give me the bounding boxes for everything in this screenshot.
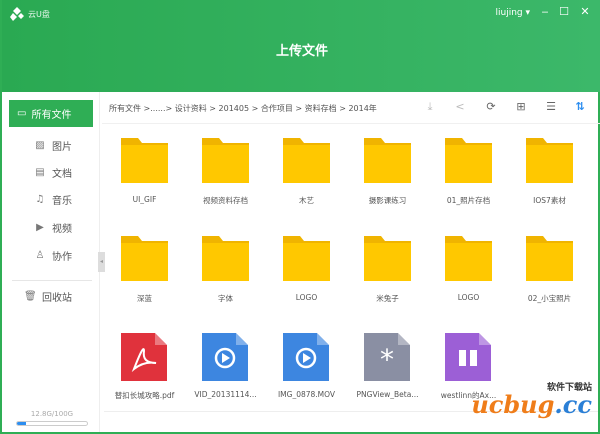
user-icon: ♙ — [35, 250, 45, 261]
sidebar-item-all-files[interactable]: ▭ 所有文件 — [9, 100, 93, 127]
sidebar-item-label: 所有文件 — [31, 110, 72, 121]
folder-item[interactable]: 字体 — [185, 234, 266, 304]
sidebar-item-label: 协作 — [52, 252, 72, 263]
sidebar-item-trash[interactable]: 🗑 回收站 — [24, 289, 72, 304]
sidebar-item-label: 回收站 — [42, 293, 72, 304]
user-menu[interactable]: liujing ▾ — [495, 8, 530, 18]
logo-icon — [10, 7, 24, 21]
watermark-logo: 软件下载站 ucbug.cc — [471, 380, 592, 417]
divider — [102, 123, 600, 124]
sidebar-item-music[interactable]: ♫ 音乐 — [34, 192, 72, 207]
file-name: VID_20131114... — [194, 390, 257, 399]
maximize-button[interactable]: ☐ — [557, 5, 571, 18]
share-icon[interactable]: < — [452, 100, 468, 113]
sidebar-item-label: 图片 — [52, 142, 72, 153]
breadcrumb[interactable]: 所有文件 >......> 设计资料 > 201405 > 合作项目 > 资料存… — [109, 103, 377, 114]
file-name: PNGView_Beta... — [356, 390, 419, 399]
folder-icon — [364, 138, 411, 183]
music-icon: ♫ — [35, 194, 45, 205]
folder-icon — [445, 236, 492, 281]
folder-icon — [445, 138, 492, 183]
sidebar: ▭ 所有文件 ▨ 图片 ▤ 文档 ♫ 音乐 ▶ 视频 ♙ 协作 🗑 回收站 12.8G/100… — [4, 92, 100, 432]
minimize-button[interactable]: ‒ — [538, 5, 552, 18]
folder-item[interactable]: 米兔子 — [347, 234, 428, 304]
folder-item[interactable]: LOGO — [266, 234, 347, 304]
folder-icon: ▭ — [17, 108, 27, 119]
new-folder-icon[interactable]: ⊞ — [513, 100, 529, 113]
folder-name: 02_小宝照片 — [527, 294, 572, 303]
file-item[interactable]: VID_20131114... — [185, 333, 266, 403]
divider — [12, 280, 92, 281]
folder-item[interactable]: 摄影课练习 — [347, 136, 428, 206]
app-name: 云U盘 — [28, 9, 50, 19]
watermark-brand: ucbug — [471, 390, 555, 419]
header: 云U盘 liujing ▾ ‒ ☐ ✕ 上传文件 — [2, 0, 600, 92]
folder-item[interactable]: 木艺 — [266, 136, 347, 206]
storage-bar — [16, 421, 88, 426]
folder-item[interactable]: 02_小宝照片 — [509, 234, 590, 304]
folder-name: 视频资料存档 — [203, 196, 248, 205]
folder-name: UI_GIF — [132, 195, 157, 204]
file-item[interactable]: IMG_0878.MOV — [266, 333, 347, 403]
sidebar-item-documents[interactable]: ▤ 文档 — [34, 165, 72, 180]
username: liujing — [495, 8, 523, 18]
page-title: 上传文件 — [275, 44, 328, 59]
storage-bar-fill — [17, 422, 26, 425]
folder-name: 字体 — [218, 294, 233, 303]
sidebar-item-label: 视频 — [52, 224, 72, 235]
sidebar-item-images[interactable]: ▨ 图片 — [34, 138, 72, 153]
folder-item[interactable]: 深蓝 — [104, 234, 185, 304]
close-button[interactable]: ✕ — [578, 5, 592, 18]
folder-icon — [202, 138, 249, 183]
sort-icon[interactable]: ⇅ — [572, 100, 588, 113]
folder-icon — [364, 236, 411, 281]
image-icon: ▨ — [35, 140, 45, 151]
folder-icon — [526, 236, 573, 281]
folder-name: LOGO — [457, 293, 480, 302]
folder-name: 摄影课练习 — [368, 196, 407, 205]
folder-item[interactable]: 01_照片存档 — [428, 136, 509, 206]
folder-icon — [283, 236, 330, 281]
archive-file-icon — [445, 333, 491, 381]
video-file-icon — [283, 333, 329, 381]
sidebar-item-collab[interactable]: ♙ 协作 — [34, 248, 72, 263]
folder-name: 米兔子 — [376, 294, 399, 303]
svg-text:*: * — [380, 343, 394, 376]
folder-name: 01_照片存档 — [446, 196, 491, 205]
folder-item[interactable]: 视频资料存档 — [185, 136, 266, 206]
folder-icon — [283, 138, 330, 183]
trash-icon: 🗑 — [24, 291, 37, 302]
folder-name: 木艺 — [299, 196, 314, 205]
file-item[interactable]: 替扣长城攻略.pdf — [104, 333, 185, 403]
folder-item[interactable]: LOGO — [428, 234, 509, 304]
sidebar-item-video[interactable]: ▶ 视频 — [34, 220, 72, 235]
refresh-icon[interactable]: ⟳ — [483, 100, 499, 113]
folder-name: LOGO — [295, 293, 318, 302]
list-view-icon[interactable]: ☰ — [543, 100, 559, 113]
file-name: 替扣长城攻略.pdf — [114, 391, 175, 400]
download-icon[interactable]: ⤓ — [422, 100, 438, 114]
storage-text: 12.8G/100G — [30, 410, 74, 418]
folder-name: IOS7素材 — [533, 196, 566, 205]
folder-icon — [526, 138, 573, 183]
folder-item[interactable]: IOS7素材 — [509, 136, 590, 206]
video-file-icon — [202, 333, 248, 381]
file-item[interactable]: * PNGView_Beta... — [347, 333, 428, 403]
folder-name: 深蓝 — [137, 294, 152, 303]
pdf-file-icon — [121, 333, 167, 381]
folder-icon — [202, 236, 249, 281]
document-icon: ▤ — [35, 167, 45, 178]
app-window: 云U盘 liujing ▾ ‒ ☐ ✕ 上传文件 ▭ 所有文件 ▨ 图片 ▤ 文档 ♫… — [0, 0, 600, 434]
watermark-suffix: .cc — [554, 390, 592, 419]
folder-item[interactable]: UI_GIF — [104, 136, 185, 206]
file-name: IMG_0878.MOV — [277, 390, 336, 399]
generic-file-icon: * — [364, 333, 410, 381]
video-icon: ▶ — [36, 222, 44, 233]
sidebar-item-label: 文档 — [52, 169, 72, 180]
sidebar-item-label: 音乐 — [52, 196, 72, 207]
folder-icon — [121, 236, 168, 281]
app-logo: 云U盘 — [10, 7, 50, 21]
folder-icon — [121, 138, 168, 183]
